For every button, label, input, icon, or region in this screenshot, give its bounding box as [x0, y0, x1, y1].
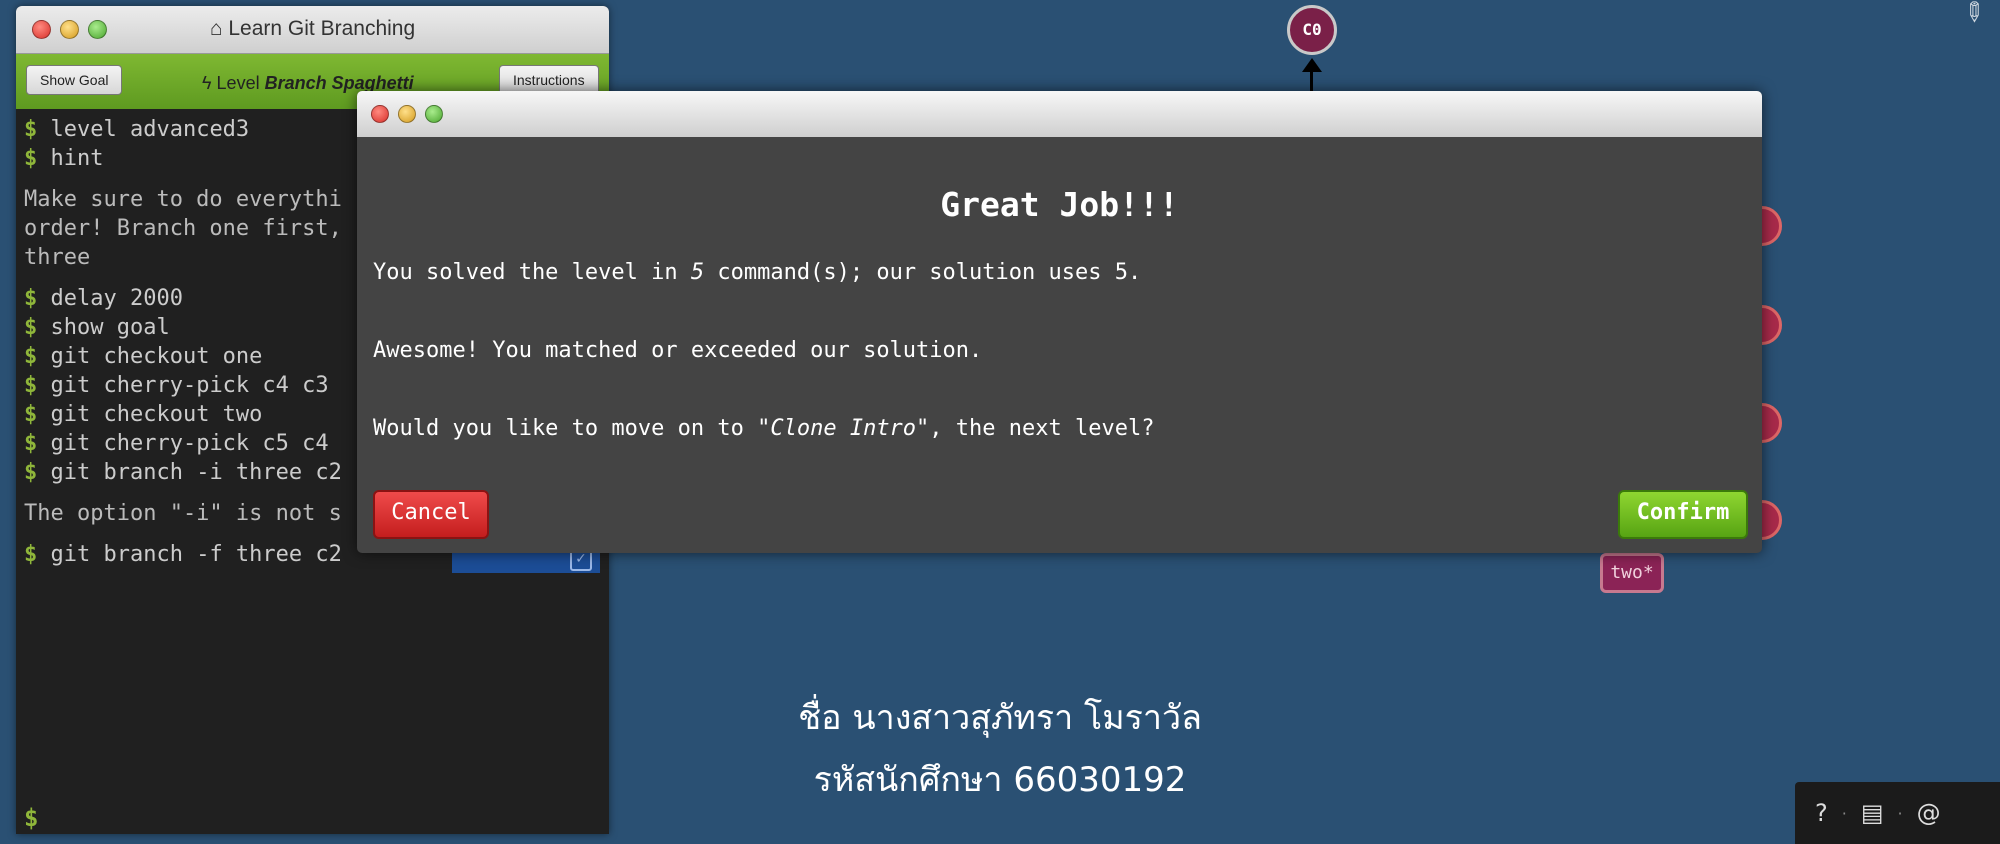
- level-name: Branch Spaghetti: [264, 73, 414, 93]
- command-text: git branch -i three c2: [50, 460, 342, 485]
- dialog-heading: Great Job!!!: [940, 185, 1179, 224]
- help-bar: ? · ▤ · @: [1795, 782, 2000, 844]
- prompt-symbol: $: [24, 117, 38, 142]
- prompt-symbol: $: [24, 542, 38, 567]
- student-name: ชื่อ นางสาวสุภัทรา โมราวัล: [798, 698, 1202, 738]
- dialog-titlebar: [357, 91, 1762, 137]
- prompt-symbol: $: [24, 431, 38, 456]
- prompt-symbol: $: [24, 286, 38, 311]
- show-goal-button[interactable]: Show Goal: [26, 65, 123, 95]
- help-icon[interactable]: ?: [1815, 799, 1828, 827]
- command-text: git branch -f three c2: [50, 542, 342, 567]
- command-text: git cherry-pick c5 c4: [50, 431, 329, 456]
- command-text: git checkout two: [50, 402, 263, 427]
- prompt-symbol: $: [24, 402, 38, 427]
- prompt-symbol: $: [24, 460, 38, 485]
- level-prefix: Level: [216, 73, 260, 93]
- threads-icon[interactable]: @: [1917, 799, 1941, 827]
- prompt-symbol: $: [24, 315, 38, 340]
- command-text: delay 2000: [50, 286, 183, 311]
- solution-feedback: Awesome! You matched or exceeded our sol…: [373, 338, 983, 363]
- command-text: git checkout one: [50, 344, 263, 369]
- window-title: Learn Git Branching: [228, 17, 416, 40]
- bolt-icon: ϟ: [202, 73, 212, 93]
- dialog-maximize-button[interactable]: [425, 105, 443, 123]
- home-icon: ⌂: [209, 17, 223, 40]
- language-icon[interactable]: ▤: [1861, 799, 1884, 827]
- prompt-symbol: $: [24, 344, 38, 369]
- command-text: git cherry-pick c4 c3: [50, 373, 329, 398]
- commit-node[interactable]: C0: [1287, 5, 1337, 55]
- terminal-titlebar: ⌂ Learn Git Branching: [16, 6, 609, 54]
- dialog-close-button[interactable]: [371, 105, 389, 123]
- confirm-button[interactable]: Confirm: [1618, 490, 1748, 539]
- level-complete-dialog: Great Job!!! You solved the level in 5 c…: [357, 91, 1762, 553]
- next-level-prompt: Would you like to move on to "Clone Intr…: [373, 416, 1155, 441]
- pin-icon[interactable]: ✎: [1951, 0, 2000, 45]
- branch-label[interactable]: two*: [1600, 553, 1664, 593]
- command-text: level advanced3: [50, 117, 250, 142]
- command-text: hint: [50, 146, 104, 171]
- arrow-head: [1302, 58, 1322, 72]
- student-id: รหัสนักศึกษา 66030192: [813, 760, 1187, 800]
- dialog-minimize-button[interactable]: [398, 105, 416, 123]
- prompt-symbol: $: [24, 373, 38, 398]
- cancel-button[interactable]: Cancel: [373, 490, 489, 539]
- prompt-symbol: $: [24, 146, 38, 171]
- commit-arrow: [1310, 70, 1313, 92]
- command-prompt[interactable]: $: [24, 804, 38, 832]
- solution-summary: You solved the level in 5 command(s); ou…: [373, 260, 1142, 285]
- command-text: show goal: [50, 315, 170, 340]
